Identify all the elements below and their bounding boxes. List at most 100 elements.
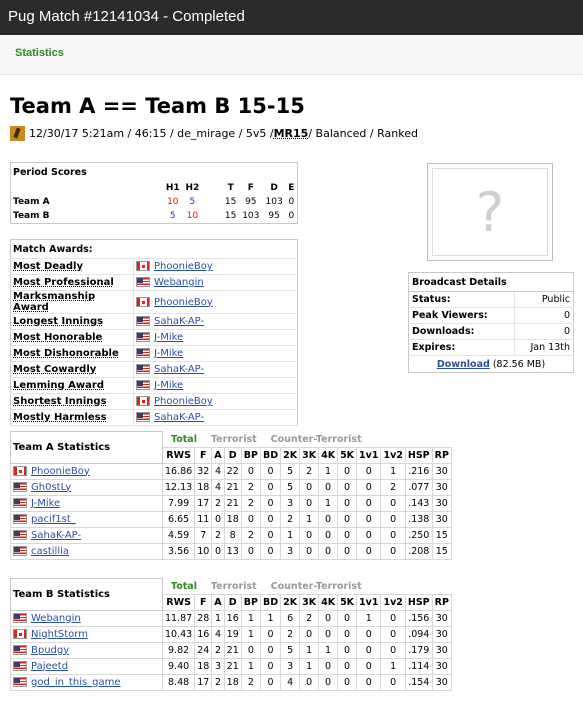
period-row: Team A 10 5 15 95 103 0 — [11, 195, 298, 209]
player-link[interactable]: Webangin — [154, 277, 204, 288]
player-link[interactable]: PhoonieBoy — [154, 396, 213, 407]
stat-cell: 30 — [431, 673, 452, 691]
column-header: 1v2 — [380, 446, 406, 464]
stat-cell: 1 — [240, 609, 261, 627]
player-link[interactable]: Pajeetd — [31, 661, 68, 672]
stat-cell: 18 — [223, 510, 242, 528]
award-name[interactable]: Most Honorable — [10, 329, 134, 346]
stat-cell: 3 — [211, 657, 225, 675]
player-link[interactable]: SahaK-AP- — [154, 412, 204, 423]
column-header: A — [211, 593, 225, 611]
player-link[interactable]: J-Mike — [154, 380, 183, 391]
player-link[interactable]: god_in_this_game — [31, 677, 121, 688]
stat-cell: 16 — [194, 625, 213, 643]
player-link[interactable]: pacif1st_ — [31, 514, 76, 525]
player-link[interactable]: PhoonieBoy — [154, 261, 213, 272]
award-row: Most Professional Webangin — [10, 274, 298, 291]
column-header: D — [223, 593, 242, 611]
player-link[interactable]: Bpudgy — [31, 645, 69, 656]
tab-total[interactable]: Total — [171, 434, 197, 445]
player-link[interactable]: castillia — [31, 546, 69, 557]
tab-terrorist[interactable]: Terrorist — [211, 434, 257, 445]
broadcast-value: 0 — [514, 323, 574, 340]
tab-counter-terrorist[interactable]: Counter-Terrorist — [271, 581, 362, 592]
stat-cell: 10 — [194, 542, 213, 560]
col-t: T — [227, 183, 234, 193]
stat-cell: 0 — [240, 641, 261, 659]
score-h1: 5 — [169, 211, 176, 221]
column-header: 1v1 — [356, 593, 382, 611]
column-header: 4K — [318, 593, 339, 611]
player-link[interactable]: Gh0stLy — [31, 482, 71, 493]
award-name[interactable]: Longest Innings — [10, 313, 134, 330]
award-name[interactable]: Most Professional — [10, 274, 134, 291]
stat-cell: 5 — [280, 641, 301, 659]
player-link[interactable]: J-Mike — [154, 332, 183, 343]
stat-cell: 0 — [318, 657, 339, 675]
broadcast-row: Status: Public — [408, 291, 574, 308]
column-header: 1v1 — [356, 446, 382, 464]
player-link[interactable]: SahaK-AP- — [154, 364, 204, 375]
download-link[interactable]: Download — [437, 359, 490, 370]
stats-header-row: Team A Statistics Total Terrorist Counter-T… — [10, 431, 452, 464]
stat-cell: 11.87 — [161, 609, 196, 627]
stat-cell: 0 — [356, 542, 382, 560]
team-name: Team B — [13, 211, 50, 221]
stat-cell: 0 — [337, 673, 358, 691]
column-header: 1v2 — [380, 593, 406, 611]
player-link[interactable]: SahaK-AP- — [154, 316, 204, 327]
stat-cell: 2 — [240, 478, 261, 496]
column-header: A — [211, 446, 225, 464]
award-name[interactable]: Most Deadly — [10, 258, 134, 275]
player-link[interactable]: Webangin — [31, 613, 81, 624]
stat-cell: 1 — [380, 462, 406, 480]
award-name[interactable]: Marksmanship Award — [10, 290, 134, 314]
tab-statistics[interactable]: Statistics — [15, 47, 64, 59]
tab-counter-terrorist[interactable]: Counter-Terrorist — [271, 434, 362, 445]
player-link[interactable]: PhoonieBoy — [154, 297, 213, 308]
award-player-cell: PhoonieBoy — [133, 393, 298, 410]
table-row: J-Mike 7.99 17 2 21 2 0 3 0 1 0 0 0.143 30 — [10, 494, 452, 512]
stat-cell: 0 — [337, 510, 358, 528]
stat-cell: 12.13 — [161, 478, 196, 496]
column-header: D — [223, 446, 242, 464]
stat-cell: 17 — [194, 494, 213, 512]
stat-cell: 0 — [259, 657, 282, 675]
player-link[interactable]: J-Mike — [154, 348, 183, 359]
column-header: BD — [259, 593, 282, 611]
stat-cell: 0 — [356, 673, 382, 691]
player-cell: Webangin — [10, 609, 163, 627]
canada-flag-icon — [136, 396, 150, 406]
column-header: F — [194, 593, 213, 611]
player-cell: Pajeetd — [10, 657, 163, 675]
award-name[interactable]: Most Cowardly — [10, 361, 134, 378]
column-header: F — [194, 446, 213, 464]
player-cell: J-Mike — [10, 494, 163, 512]
stat-cell: 6.65 — [161, 510, 196, 528]
award-player-cell: SahaK-AP- — [133, 409, 298, 426]
broadcast-row: Downloads: 0 — [408, 323, 574, 340]
award-row: Mostly Harmless SahaK-AP- — [10, 409, 298, 426]
score-h2: 10 — [186, 211, 199, 221]
tab-terrorist[interactable]: Terrorist — [211, 581, 257, 592]
award-name[interactable]: Mostly Harmless — [10, 409, 134, 426]
stat-cell: 9.82 — [161, 641, 196, 659]
stat-cell: 0 — [356, 510, 382, 528]
player-link[interactable]: NightStorm — [31, 629, 88, 640]
game-icon — [10, 126, 25, 141]
stat-cell: 0 — [380, 641, 406, 659]
award-name[interactable]: Lemming Award — [10, 377, 134, 394]
tab-total[interactable]: Total — [171, 581, 197, 592]
award-name[interactable]: Shortest Innings — [10, 393, 134, 410]
stat-cell: 8 — [223, 526, 242, 544]
stat-cell: 3 — [280, 494, 301, 512]
player-link[interactable]: SahaK-AP- — [31, 530, 81, 541]
col-h1: H1 — [165, 183, 180, 193]
stat-cell: 0 — [299, 542, 320, 560]
match-format[interactable]: MR15 — [274, 127, 309, 140]
award-name[interactable]: Most Dishonorable — [10, 345, 134, 362]
player-link[interactable]: PhoonieBoy — [31, 466, 90, 477]
player-link[interactable]: J-Mike — [31, 498, 60, 509]
column-header: RWS — [161, 593, 196, 611]
stat-cell: 0 — [240, 510, 261, 528]
